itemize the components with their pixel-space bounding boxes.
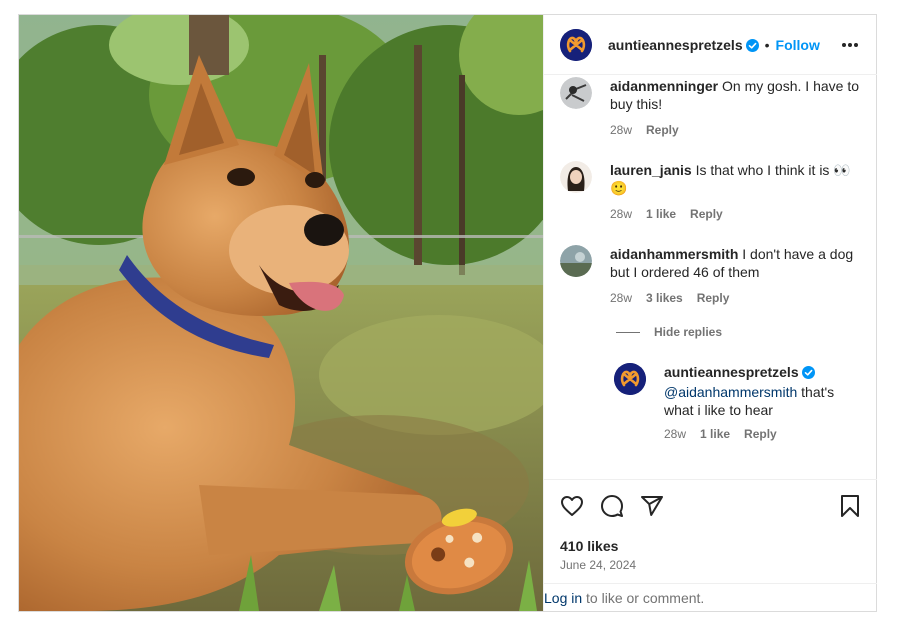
login-prompt-text: to like or comment. xyxy=(586,590,705,606)
hide-replies-button[interactable]: Hide replies xyxy=(616,325,722,339)
post-photo[interactable] xyxy=(19,15,543,611)
comment-text-block: aidanhammersmith I don't have a dog but … xyxy=(610,245,860,281)
dog-photo-image xyxy=(19,15,543,611)
comment-icon[interactable] xyxy=(600,494,624,523)
comment-meta: 28w 3 likes Reply xyxy=(610,291,743,305)
login-link[interactable]: Log in xyxy=(544,590,582,606)
comment-time: 28w xyxy=(610,291,633,305)
commenter-avatar[interactable] xyxy=(560,161,592,193)
reply-button[interactable]: Reply xyxy=(646,123,679,137)
post-side-panel: auntieannespretzels • Follow aidanmenninge… xyxy=(543,15,877,611)
comment-time: 28w xyxy=(610,207,633,221)
share-icon[interactable] xyxy=(640,494,664,523)
comment-text-block: aidanmenninger On my gosh. I have to buy… xyxy=(610,77,860,113)
reply-likes[interactable]: 1 like xyxy=(700,427,730,441)
author-username[interactable]: auntieannespretzels xyxy=(608,37,743,53)
comment-time: 28w xyxy=(610,123,633,137)
reply-author-avatar[interactable] xyxy=(614,363,646,395)
pretzel-logo-icon xyxy=(614,363,646,395)
reply-meta: 28w 1 like Reply xyxy=(664,427,791,441)
comment-meta: 28w 1 like Reply xyxy=(610,207,737,221)
comment-meta: 28w Reply xyxy=(610,123,693,137)
header-separator: • xyxy=(764,37,770,53)
reply-button[interactable]: Reply xyxy=(744,427,777,441)
heart-icon[interactable] xyxy=(560,494,584,523)
reply-text-block: auntieannespretzels @aidanhammersmith th… xyxy=(664,363,854,419)
likes-count[interactable]: 410 likes xyxy=(560,538,618,554)
verified-icon xyxy=(801,365,815,383)
post-date[interactable]: June 24, 2024 xyxy=(560,558,636,572)
commenter-avatar[interactable] xyxy=(560,77,592,109)
author-avatar[interactable] xyxy=(560,29,592,61)
comment-username[interactable]: lauren_janis xyxy=(610,162,692,178)
instagram-post: auntieannespretzels • Follow aidanmenninge… xyxy=(18,14,877,612)
reply-username[interactable]: auntieannespretzels xyxy=(664,364,799,380)
commenter-avatar[interactable] xyxy=(560,245,592,277)
pretzel-logo-icon xyxy=(560,29,592,61)
post-actions: 410 likes June 24, 2024 xyxy=(544,479,877,583)
reply-button[interactable]: Reply xyxy=(697,291,730,305)
comment-likes[interactable]: 1 like xyxy=(646,207,676,221)
hide-replies-line xyxy=(616,332,640,334)
comment-username[interactable]: aidanmenninger xyxy=(610,78,718,94)
comment-text-block: lauren_janis Is that who I think it is 👀… xyxy=(610,161,860,197)
follow-button[interactable]: Follow xyxy=(776,37,820,53)
post-header: auntieannespretzels • Follow xyxy=(544,15,877,75)
hide-replies-label: Hide replies xyxy=(654,325,723,339)
reply-button[interactable]: Reply xyxy=(690,207,723,221)
reply-time: 28w xyxy=(664,427,687,441)
verified-icon xyxy=(745,39,759,57)
login-prompt: Log in to like or comment. xyxy=(544,583,877,611)
more-options-icon[interactable] xyxy=(841,35,859,53)
reply-mention-link[interactable]: @aidanhammersmith xyxy=(664,384,797,400)
save-icon[interactable] xyxy=(840,494,860,523)
comment-username[interactable]: aidanhammersmith xyxy=(610,246,738,262)
comment-likes[interactable]: 3 likes xyxy=(646,291,683,305)
